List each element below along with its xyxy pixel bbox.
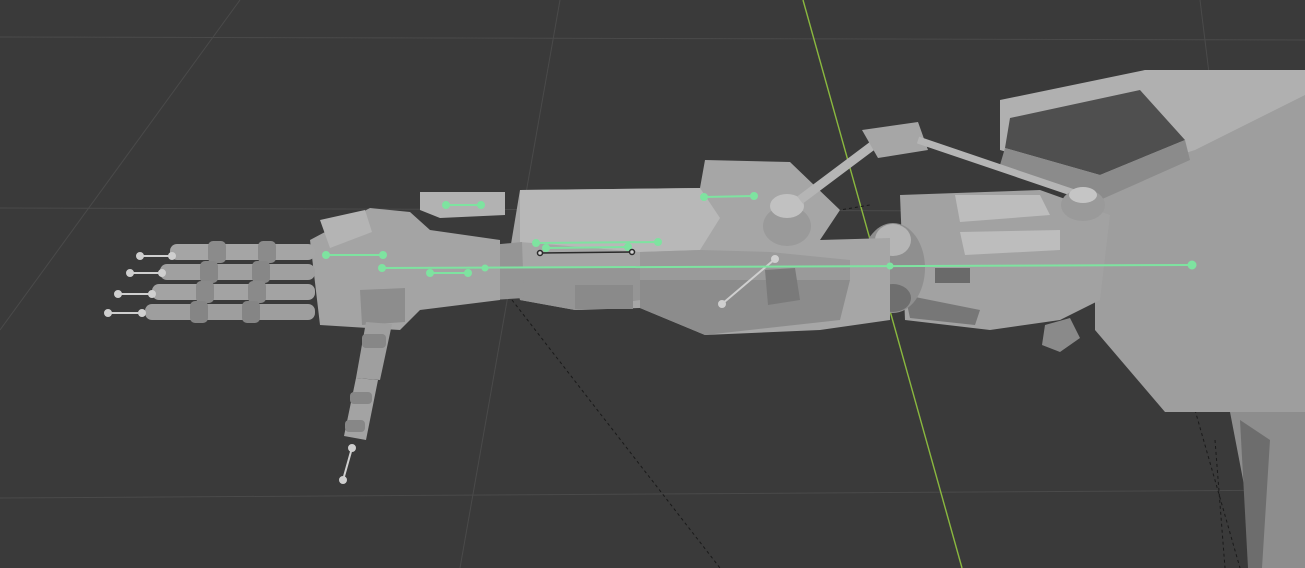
3d-viewport[interactable]: [0, 0, 1305, 568]
finger-pinky: [145, 301, 315, 323]
finger-index: [170, 241, 315, 263]
finger-ring: [152, 281, 315, 303]
finger-middle: [160, 261, 315, 283]
